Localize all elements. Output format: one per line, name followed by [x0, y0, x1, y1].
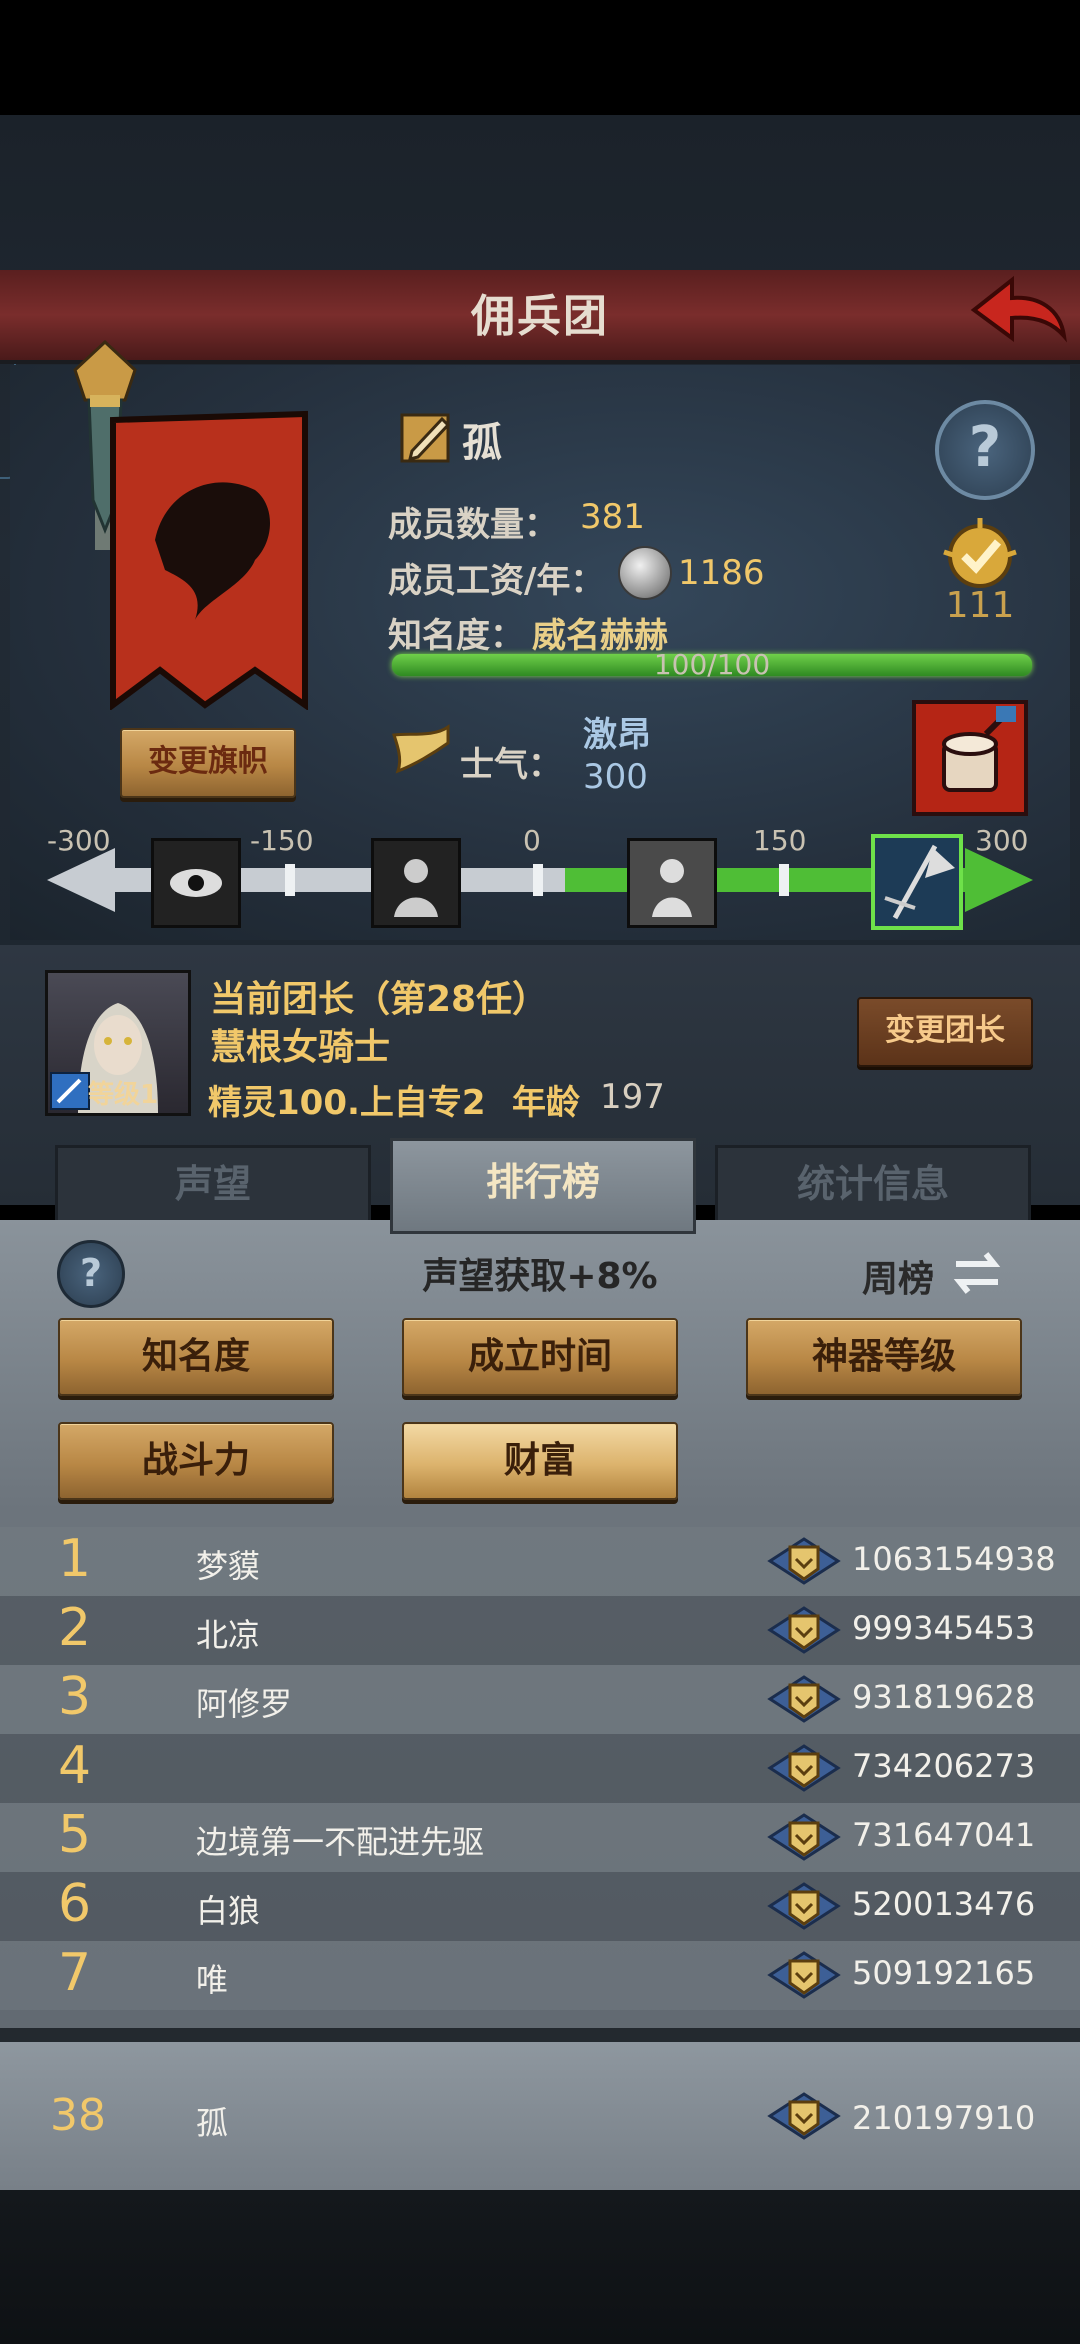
- wealth-badge-icon: [766, 1738, 842, 1798]
- category-power-button[interactable]: 战斗力: [58, 1422, 334, 1500]
- tick-label: 150: [753, 824, 807, 857]
- self-wealth-value: 210197910: [852, 2099, 1036, 2137]
- wealth-value-cell: 999345453: [852, 1609, 1036, 1647]
- wealth-value-cell: 520013476: [852, 1885, 1036, 1923]
- morale-scale: -300 -150 0 150 300: [45, 820, 1035, 930]
- table-row[interactable]: 3 阿修罗 931819628: [0, 1665, 1080, 1734]
- wealth-badge-icon: [766, 1531, 842, 1591]
- wealth-value-cell: 931819628: [852, 1678, 1036, 1716]
- morale-label: 士气：: [460, 745, 562, 785]
- table-row[interactable]: 2 北凉 999345453: [0, 1596, 1080, 1665]
- table-row[interactable]: 1 梦貘 1063154938: [0, 1527, 1080, 1596]
- table-row[interactable]: 6 白狼 520013476: [0, 1872, 1080, 1941]
- tick-label: -300: [47, 824, 111, 857]
- tick-mark: [285, 864, 295, 896]
- edit-name-icon[interactable]: [398, 405, 456, 465]
- horn-icon: [390, 723, 452, 775]
- guild-name-cell: 梦貘: [196, 1547, 261, 1585]
- leader-name: 慧根女骑士: [210, 1027, 391, 1068]
- silver-coin-icon: [618, 546, 672, 600]
- wealth-badge-icon: [766, 2086, 842, 2146]
- category-artifact-button[interactable]: 神器等级: [746, 1318, 1022, 1396]
- tick-label: -150: [250, 824, 314, 857]
- rank-number: 6: [58, 1874, 92, 1934]
- period-label: 周榜: [862, 1259, 935, 1300]
- rank-number: 2: [58, 1598, 92, 1658]
- members-value: 381: [580, 497, 645, 537]
- change-leader-button[interactable]: 变更团长: [857, 997, 1033, 1067]
- wealth-value-cell: 509192165: [852, 1954, 1036, 1992]
- guild-name: 孤: [462, 420, 502, 466]
- drum-icon[interactable]: [912, 700, 1028, 816]
- guild-name-cell: 阿修罗: [196, 1685, 293, 1723]
- guild-banner[interactable]: [105, 410, 310, 711]
- table-row[interactable]: 5 边境第一不配进先驱 731647041: [0, 1803, 1080, 1872]
- rank-number: 3: [58, 1667, 92, 1727]
- guild-name-cell: 北凉: [196, 1616, 261, 1654]
- tab-ranking[interactable]: 排行榜: [390, 1138, 696, 1234]
- tick-mark: [779, 864, 789, 896]
- wealth-badge-icon: [766, 1669, 842, 1729]
- guild-name-cell: 唯: [196, 1961, 229, 1999]
- wealth-value-cell: 731647041: [852, 1816, 1036, 1854]
- self-name: 孤: [196, 2104, 229, 2142]
- tick-mark: [533, 864, 543, 896]
- wealth-value-cell: 1063154938: [852, 1540, 1056, 1578]
- wealth-badge-icon: [766, 1945, 842, 2005]
- eye-icon[interactable]: [151, 838, 241, 928]
- back-button[interactable]: [968, 272, 1068, 356]
- category-founded-button[interactable]: 成立时间: [402, 1318, 678, 1396]
- tick-label: 300: [975, 824, 1029, 857]
- tab-prestige[interactable]: 声望: [55, 1145, 371, 1223]
- rank-number: 5: [58, 1805, 92, 1865]
- despair-icon[interactable]: [371, 838, 461, 928]
- calm-icon[interactable]: [627, 838, 717, 928]
- members-label: 成员数量：: [388, 505, 558, 545]
- sword-class-icon: [50, 1072, 90, 1110]
- back-arrow-icon: [970, 275, 1067, 343]
- wage-value: 1186: [678, 553, 765, 593]
- guild-name-cell: 白狼: [196, 1892, 261, 1930]
- category-fame-button[interactable]: 知名度: [58, 1318, 334, 1396]
- wage-label: 成员工资/年：: [388, 561, 605, 601]
- change-flag-button[interactable]: 变更旗帜: [120, 728, 296, 798]
- leader-level: 等级1: [88, 1080, 159, 1110]
- tab-stats[interactable]: 统计信息: [715, 1145, 1031, 1223]
- morale-value: 300: [583, 757, 648, 797]
- tick-label: 0: [523, 824, 541, 857]
- fame-progress-text: 100/100: [653, 648, 771, 681]
- wealth-badge-icon: [766, 1807, 842, 1867]
- rank-number: 4: [58, 1736, 92, 1796]
- leader-age: 197: [600, 1077, 665, 1117]
- wealth-badge-icon: [766, 1876, 842, 1936]
- wealth-badge-icon: [766, 1600, 842, 1660]
- self-rank: 38: [50, 2090, 106, 2141]
- status-bar: [0, 0, 1080, 115]
- leader-race: 精灵100.上自专2: [208, 1083, 486, 1123]
- table-row[interactable]: 7 唯 509192165: [0, 1941, 1080, 2010]
- bottom-bar: [0, 2190, 1080, 2344]
- rally-icon[interactable]: [871, 834, 963, 930]
- page-title: 佣兵团: [471, 291, 609, 342]
- leader-title: 当前团长（第28任）: [210, 979, 549, 1020]
- guild-name-cell: 边境第一不配进先驱: [196, 1823, 485, 1861]
- table-row[interactable]: 4 734206273: [0, 1734, 1080, 1803]
- rank-number: 1: [58, 1529, 92, 1589]
- category-wealth-button[interactable]: 财富: [402, 1422, 678, 1500]
- swap-icon[interactable]: [948, 1244, 1006, 1302]
- help-button[interactable]: ?: [935, 400, 1035, 500]
- list-divider: [0, 2028, 1080, 2042]
- rank-number: 7: [58, 1943, 92, 2003]
- badge-count: 111: [945, 585, 1015, 626]
- wealth-value-cell: 734206273: [852, 1747, 1036, 1785]
- morale-status: 激昂: [583, 715, 651, 755]
- leader-age-label: 年龄: [512, 1083, 580, 1123]
